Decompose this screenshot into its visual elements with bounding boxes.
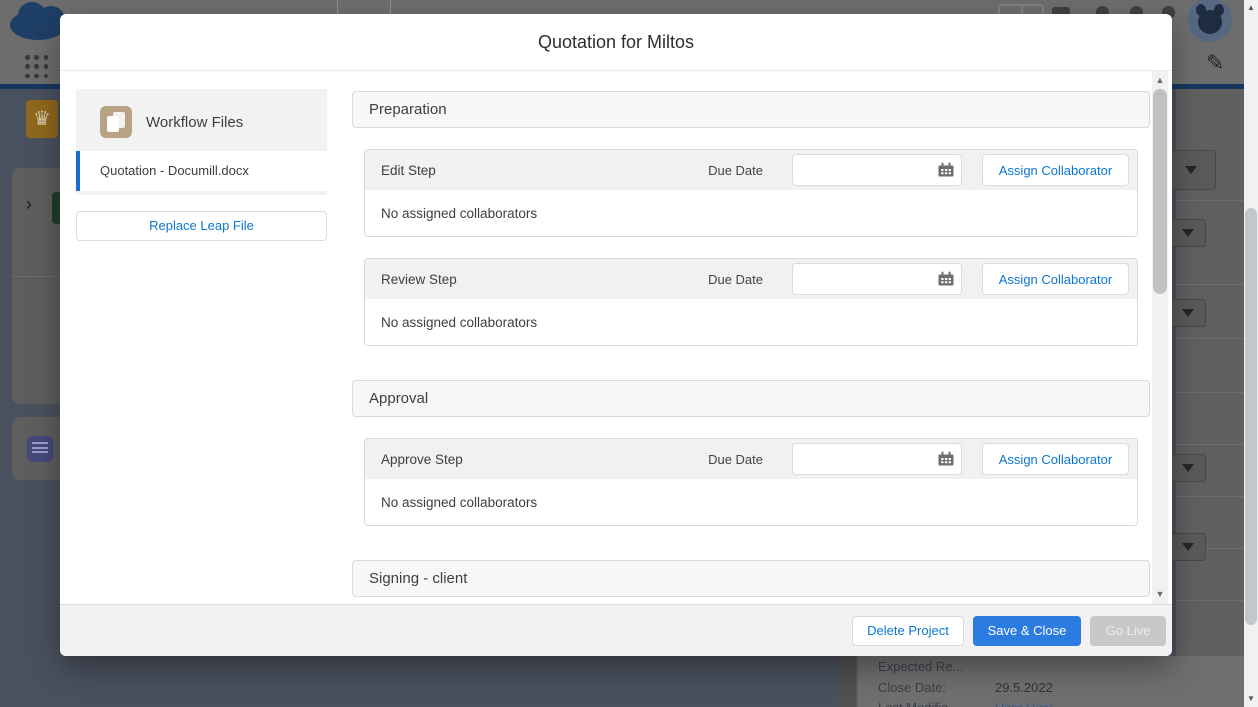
due-date-label: Due Date — [708, 272, 763, 287]
modal-scrollbar[interactable]: ▲ ▼ — [1152, 71, 1168, 604]
workflow-files-title: Workflow Files — [146, 114, 243, 131]
due-date-input[interactable] — [792, 263, 962, 295]
step-name: Edit Step — [381, 163, 708, 178]
modal-footer: Delete Project Save & Close Go Live — [60, 604, 1172, 656]
step-card-review: Review Step Due Date — [364, 258, 1138, 346]
step-header: Review Step Due Date — [365, 259, 1137, 299]
step-header: Approve Step Due Date — [365, 439, 1137, 479]
assign-collaborator-button[interactable]: Assign Collaborator — [982, 263, 1129, 295]
due-date-label: Due Date — [708, 452, 763, 467]
scroll-down-icon[interactable]: ▼ — [1152, 589, 1168, 599]
calendar-icon[interactable] — [938, 162, 954, 178]
collaborators-empty-text: No assigned collaborators — [365, 479, 1137, 526]
workflow-file-item[interactable]: Quotation - Documill.docx — [76, 151, 327, 191]
table-column-dimmed — [838, 656, 856, 707]
due-date-input[interactable] — [792, 154, 962, 186]
detail-value: 29.5.2022 — [995, 680, 1053, 695]
app-launcher-icon — [25, 55, 49, 79]
collaborators-empty-text: No assigned collaborators — [365, 299, 1137, 346]
section-header-signing-client: Signing - client — [352, 560, 1150, 597]
calendar-icon[interactable] — [938, 271, 954, 287]
crown-record-icon: ♛ — [26, 100, 58, 138]
files-icon — [100, 106, 132, 138]
scroll-down-icon[interactable]: ▼ — [1244, 694, 1258, 703]
step-card-approve: Approve Step Due Date — [364, 438, 1138, 526]
detail-label: Last Modifie... — [878, 700, 959, 707]
global-search-box — [337, 0, 391, 15]
chevron-right-icon: › — [26, 194, 32, 215]
workflow-modal: Quotation for Miltos Workflow Files Quot… — [60, 14, 1172, 656]
assign-collaborator-button[interactable]: Assign Collaborator — [982, 154, 1129, 186]
page-scrollbar-thumb[interactable] — [1245, 208, 1257, 625]
scroll-up-icon[interactable]: ▲ — [1152, 75, 1168, 85]
notes-list-icon — [27, 436, 53, 462]
due-date-label: Due Date — [708, 163, 763, 178]
user-avatar — [1188, 0, 1232, 42]
modal-scrollbar-thumb[interactable] — [1153, 89, 1167, 294]
workflow-files-panel: Workflow Files Quotation - Documill.docx — [76, 89, 327, 195]
save-and-close-button[interactable]: Save & Close — [973, 616, 1081, 646]
due-date-input[interactable] — [792, 443, 962, 475]
step-card-edit: Edit Step Due Date As — [364, 149, 1138, 237]
section-header-preparation: Preparation — [352, 91, 1150, 128]
modal-title: Quotation for Miltos — [60, 14, 1172, 71]
dropdown-arrow-icon — [1170, 299, 1206, 327]
pencil-edit-icon: ✎ — [1206, 50, 1224, 76]
step-header: Edit Step Due Date As — [365, 150, 1137, 190]
modal-body: Workflow Files Quotation - Documill.docx… — [60, 71, 1172, 604]
dropdown-arrow-icon — [1170, 454, 1206, 482]
go-live-button[interactable]: Go Live — [1090, 616, 1166, 646]
scroll-up-icon[interactable]: ▲ — [1244, 3, 1258, 12]
detail-label: Close Date: — [878, 680, 946, 695]
replace-leap-file-button[interactable]: Replace Leap File — [76, 211, 327, 241]
collaborators-empty-text: No assigned collaborators — [365, 190, 1137, 237]
calendar-icon[interactable] — [938, 451, 954, 467]
step-name: Approve Step — [381, 452, 708, 467]
page-scrollbar[interactable]: ▲ ▼ — [1244, 0, 1258, 707]
detail-label: Expected Re... — [878, 659, 963, 674]
assign-collaborator-button[interactable]: Assign Collaborator — [982, 443, 1129, 475]
dropdown-arrow-icon — [1170, 219, 1206, 247]
page: ✎ ♛ › Expected Re... Close Date: 29.5.20… — [0, 0, 1258, 707]
detail-value-link: User User — [995, 700, 1054, 707]
dropdown-arrow-icon — [1166, 150, 1216, 190]
section-header-approval: Approval — [352, 380, 1150, 417]
dropdown-arrow-icon — [1170, 533, 1206, 561]
step-name: Review Step — [381, 272, 708, 287]
record-details-dimmed: Expected Re... Close Date: 29.5.2022 Las… — [858, 656, 1244, 707]
delete-project-button[interactable]: Delete Project — [852, 616, 964, 646]
